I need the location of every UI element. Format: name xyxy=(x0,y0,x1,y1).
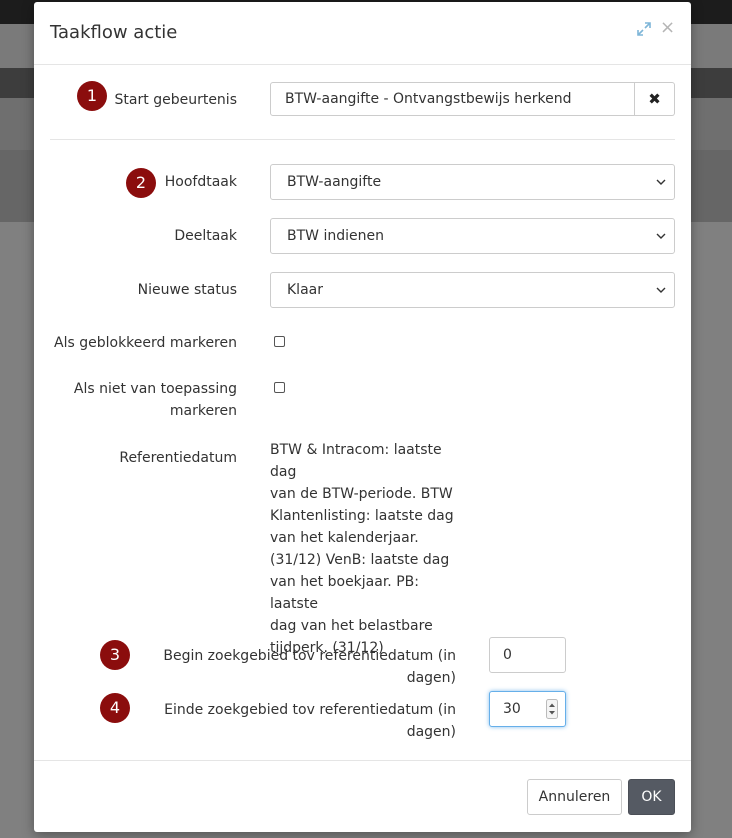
sub-task-select[interactable]: BTW indienen xyxy=(270,218,675,254)
reference-date-line: van de BTW-periode. BTW xyxy=(270,486,453,502)
chevron-down-icon xyxy=(656,179,666,185)
start-event-label: Start gebeurtenis xyxy=(114,92,237,108)
dialog-footer-divider xyxy=(34,760,691,761)
mark-not-applicable-checkbox[interactable] xyxy=(274,382,285,393)
reference-date-line: van het boekjaar. PB: laatste xyxy=(270,574,419,612)
reference-date-line: Klantenlisting: laatste dag xyxy=(270,508,454,524)
mark-blocked-label: Als geblokkeerd markeren xyxy=(54,335,237,351)
mark-not-applicable-label-line2: markeren xyxy=(169,403,237,419)
ok-button[interactable]: OK xyxy=(628,779,675,815)
main-task-value: BTW-aangifte xyxy=(287,174,382,190)
expand-icon[interactable] xyxy=(636,21,652,37)
reference-date-line: van het kalenderjaar. xyxy=(270,530,419,546)
mark-not-applicable-label: Als niet van toepassing markeren xyxy=(34,378,237,422)
search-end-value: 30 xyxy=(503,701,521,717)
section-divider xyxy=(50,139,675,140)
number-spinner-icon[interactable] xyxy=(546,699,558,719)
cancel-button[interactable]: Annuleren xyxy=(527,779,622,815)
close-icon[interactable]: × xyxy=(660,18,676,38)
reference-date-line: (31/12) VenB: laatste dag xyxy=(270,552,450,568)
reference-date-label: Referentiedatum xyxy=(119,450,237,466)
chevron-down-icon xyxy=(656,287,666,293)
new-status-select[interactable]: Klaar xyxy=(270,272,675,308)
start-event-field[interactable]: BTW-aangifte - Ontvangstbewijs herkend xyxy=(270,82,635,116)
search-end-label: Einde zoekgebied tov referentiedatum (in… xyxy=(164,702,456,740)
search-start-input[interactable]: 0 xyxy=(489,637,566,673)
start-event-input-group: BTW-aangifte - Ontvangstbewijs herkend ✖ xyxy=(270,82,675,116)
clear-start-event-button[interactable]: ✖ xyxy=(635,82,675,116)
chevron-down-icon xyxy=(656,233,666,239)
main-task-label: Hoofdtaak xyxy=(164,174,237,190)
new-status-label: Nieuwe status xyxy=(137,282,237,298)
sub-task-label: Deeltaak xyxy=(174,228,237,244)
taakflow-dialog: Taakflow actie × 1 Start gebeurtenis BTW… xyxy=(34,2,691,832)
reference-date-line: BTW & Intracom: laatste dag xyxy=(270,442,442,480)
sub-task-value: BTW indienen xyxy=(287,228,384,244)
main-task-select[interactable]: BTW-aangifte xyxy=(270,164,675,200)
search-end-input[interactable]: 30 xyxy=(489,691,566,727)
step-badge-3: 3 xyxy=(100,640,130,670)
new-status-value: Klaar xyxy=(287,282,323,298)
reference-date-description: BTW & Intracom: laatste dag van de BTW-p… xyxy=(270,439,470,659)
search-start-label: Begin zoekgebied tov referentiedatum (in… xyxy=(163,648,456,686)
dialog-header: Taakflow actie × xyxy=(34,2,691,65)
times-icon: ✖ xyxy=(648,90,661,108)
mark-blocked-checkbox[interactable] xyxy=(274,336,285,347)
reference-date-line: dag van het belastbare xyxy=(270,618,433,634)
mark-not-applicable-label-line1: Als niet van toepassing xyxy=(73,381,237,397)
step-badge-4: 4 xyxy=(100,693,130,723)
dialog-title: Taakflow actie xyxy=(50,22,178,43)
